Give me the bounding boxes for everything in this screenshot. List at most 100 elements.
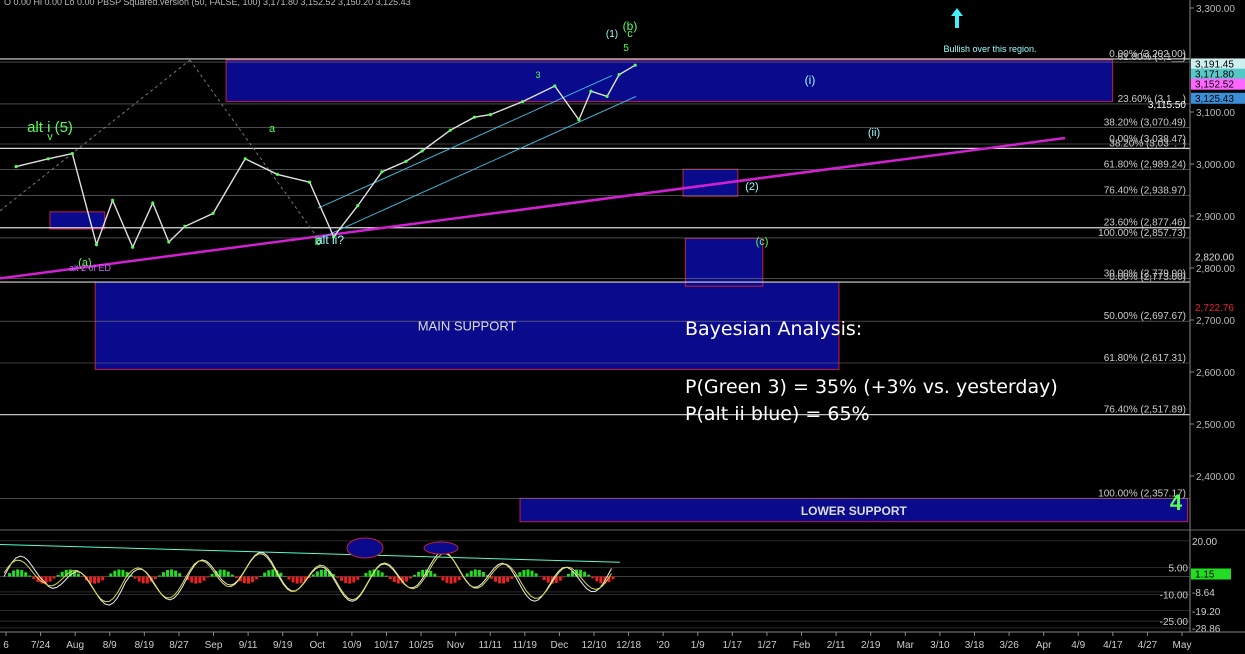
osc-bar-5 [24,572,28,577]
annotation-1: (1) [606,29,618,40]
price-point-10 [243,157,247,161]
osc-bar-18 [76,573,80,577]
osc-bar-115 [469,570,473,577]
osc-bar-12 [52,576,56,579]
price-point-14 [356,204,360,208]
y-tick-label-4: 2,800.00 [1196,264,1235,275]
x-tick-label-0: 6 [3,640,9,651]
x-tick-label-27: 3/10 [930,640,950,651]
annotation-10: alt ii? [316,233,344,247]
osc-bar-23 [97,576,101,583]
osc-bar-125 [510,576,514,579]
x-tick-label-23: Feb [793,640,811,651]
osc-tick-label-6: -28.86 [1192,624,1221,635]
osc-bar-34 [141,576,145,584]
osc-bar-72 [295,576,299,584]
osc-tick-label-4: -19.20 [1192,607,1221,618]
osc-tick-label-3: -10.00 [1160,590,1189,601]
fib-label-15: 76.40% (2,517.89) [1104,405,1186,416]
annotation-0: Bullish over this region. [943,44,1036,54]
osc-bar-7 [32,576,36,580]
osc-bar-24 [101,576,105,581]
price-point-9 [211,211,215,215]
price-point-17 [420,149,424,153]
zone-0 [225,59,1114,103]
osc-bar-71 [291,576,295,583]
x-tick-label-16: Dec [551,640,569,651]
osc-bar-143 [583,571,587,577]
osc-bar-147 [599,576,603,584]
osc-bar-13 [56,575,60,577]
fib-label-14: 61.80% (2,617.31) [1104,353,1186,364]
osc-zone-2 [423,541,459,555]
fib-label-1: 61.80% (3,1__) [1118,52,1186,63]
osc-bar-137 [558,576,562,581]
osc-bar-127 [518,572,522,577]
x-tick-label-30: Apr [1036,640,1052,651]
osc-bar-102 [417,571,421,577]
osc-bar-84 [344,576,348,584]
price-point-20 [488,113,493,117]
price-point-26 [617,72,621,77]
price-point-1 [46,157,50,161]
osc-bar-42 [174,570,178,577]
osc-bar-54 [222,569,226,577]
price-tag-text-3: 3,125.43 [1195,94,1234,105]
osc-bar-90 [368,570,372,577]
x-tick-label-9: Oct [310,640,326,651]
osc-bar-145 [591,576,595,579]
osc-bar-108 [441,576,445,581]
osc-bar-150 [611,576,615,580]
osc-bar-89 [364,573,368,577]
osc-bar-65 [267,570,271,577]
x-tick-label-17: 12/10 [581,640,606,651]
osc-bar-1 [8,573,12,577]
osc-bar-130 [530,570,534,577]
osc-bar-94 [384,575,388,577]
x-tick-label-29: 3/26 [999,640,1019,651]
price-point-2 [70,152,74,156]
annotation-4: 5 [623,43,629,54]
osc-bar-39 [161,572,165,577]
osc-bar-14 [60,571,64,577]
x-tick-label-33: 4/27 [1138,640,1158,651]
osc-bar-105 [429,570,433,577]
x-tick-label-31: 4/9 [1071,640,1085,651]
osc-bar-124 [506,576,510,582]
osc-bar-37 [153,576,157,579]
y-tick-label-5: 2,700.00 [1196,316,1235,327]
osc-bar-122 [498,576,502,584]
osc-bar-28 [117,569,121,577]
annotation-16: (c) [756,236,769,248]
osc-bar-43 [178,573,182,577]
osc-bar-4 [20,570,24,577]
osc-bar-79 [323,569,327,577]
header-readout: O 0.00 Hi 0.00 Lo 0.00 PBSP Squared.vers… [4,0,411,7]
osc-bar-11 [48,576,52,582]
x-tick-label-32: 4/17 [1103,640,1123,651]
osc-value-text: 1.15 [1195,569,1215,580]
x-tick-label-12: 10/25 [409,640,434,651]
price-point-12 [307,180,312,184]
osc-bar-3 [16,569,20,577]
price-point-25 [605,94,609,98]
osc-bar-95 [388,576,392,580]
price-point-3 [94,243,99,247]
osc-bar-29 [121,569,125,577]
x-tick-label-1: 7/24 [31,640,51,651]
osc-bar-123 [502,576,506,584]
probability-alt-ii: P(alt ii blue) = 65% [685,403,870,425]
osc-bar-41 [170,569,174,577]
osc-bar-129 [526,569,530,577]
osc-bar-100 [409,576,412,579]
osc-bar-103 [421,569,425,577]
annotation-15: (2) [745,181,758,193]
osc-bar-61 [251,576,255,583]
x-tick-label-21: 1/17 [723,640,743,651]
osc-bar-116 [473,569,477,577]
osc-bar-109 [445,576,449,583]
osc-bar-117 [477,569,481,577]
annotation-17: 4 [1170,490,1183,515]
osc-bar-53 [218,569,222,577]
price-point-11 [275,172,279,176]
